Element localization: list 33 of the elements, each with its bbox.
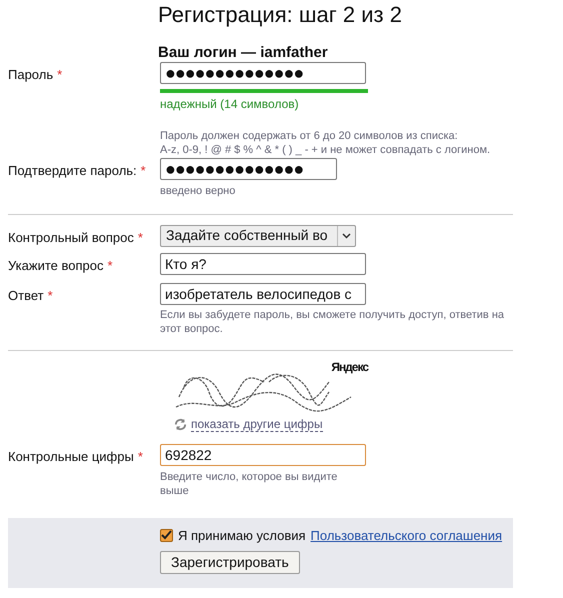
required-mark: *: [48, 286, 53, 304]
refresh-link[interactable]: показать другие цифры: [191, 418, 323, 432]
field-label: Контрольный вопрос: [8, 228, 134, 247]
required-mark: *: [138, 228, 143, 246]
refresh-icon[interactable]: [174, 418, 187, 431]
required-mark: *: [57, 66, 62, 84]
terms-text: Я принимаю условия: [178, 526, 306, 545]
terms-link[interactable]: Пользовательского соглашения: [310, 526, 502, 545]
required-mark: *: [140, 162, 146, 180]
question-dropdown[interactable]: Задайте собственный во: [160, 224, 356, 246]
password-field[interactable]: ●●●●●●●●●●●●●●: [160, 62, 366, 84]
password-field[interactable]: ●●●●●●●●●●●●●●: [160, 158, 337, 180]
field-label: Пароль: [8, 66, 54, 84]
question-field[interactable]: Кто я?: [160, 253, 366, 275]
required-mark: *: [138, 448, 143, 466]
hint-text: Введите число, которое вы видите выше: [160, 470, 338, 498]
answer-field[interactable]: изобретатель велосипедов с: [160, 282, 366, 304]
login-heading: Ваш логин — iamfather: [157, 45, 329, 61]
field-label: Контрольные цифры: [8, 448, 134, 466]
field-label: Укажите вопрос: [8, 257, 104, 275]
status-text: введено верно: [160, 184, 236, 199]
field-label: Подтвердите пароль:: [8, 162, 137, 180]
strength-text: надежный (14 символов): [160, 96, 300, 113]
required-mark: *: [107, 257, 113, 275]
field-label: Ответ: [8, 286, 44, 304]
register-button[interactable]: Зарегистрировать: [160, 551, 300, 574]
hint-text: Если вы забудете пароль, вы сможете получить доступ, ответив на этот вопрос.: [160, 308, 506, 336]
caret-icon: [342, 232, 351, 238]
page-title: Регистрация: шаг 2 из 2: [157, 1, 403, 28]
captcha-logo: Яндекс: [331, 360, 368, 372]
terms-checkbox[interactable]: [160, 528, 173, 542]
hint-text: Пароль должен содержать от 6 до 20 символов из списка: A-z, 0-9, ! @ # $ % ^ & * ( ) _ - + и не может совпадать с логином.: [160, 129, 490, 157]
captcha-field[interactable]: 692822: [160, 444, 366, 466]
